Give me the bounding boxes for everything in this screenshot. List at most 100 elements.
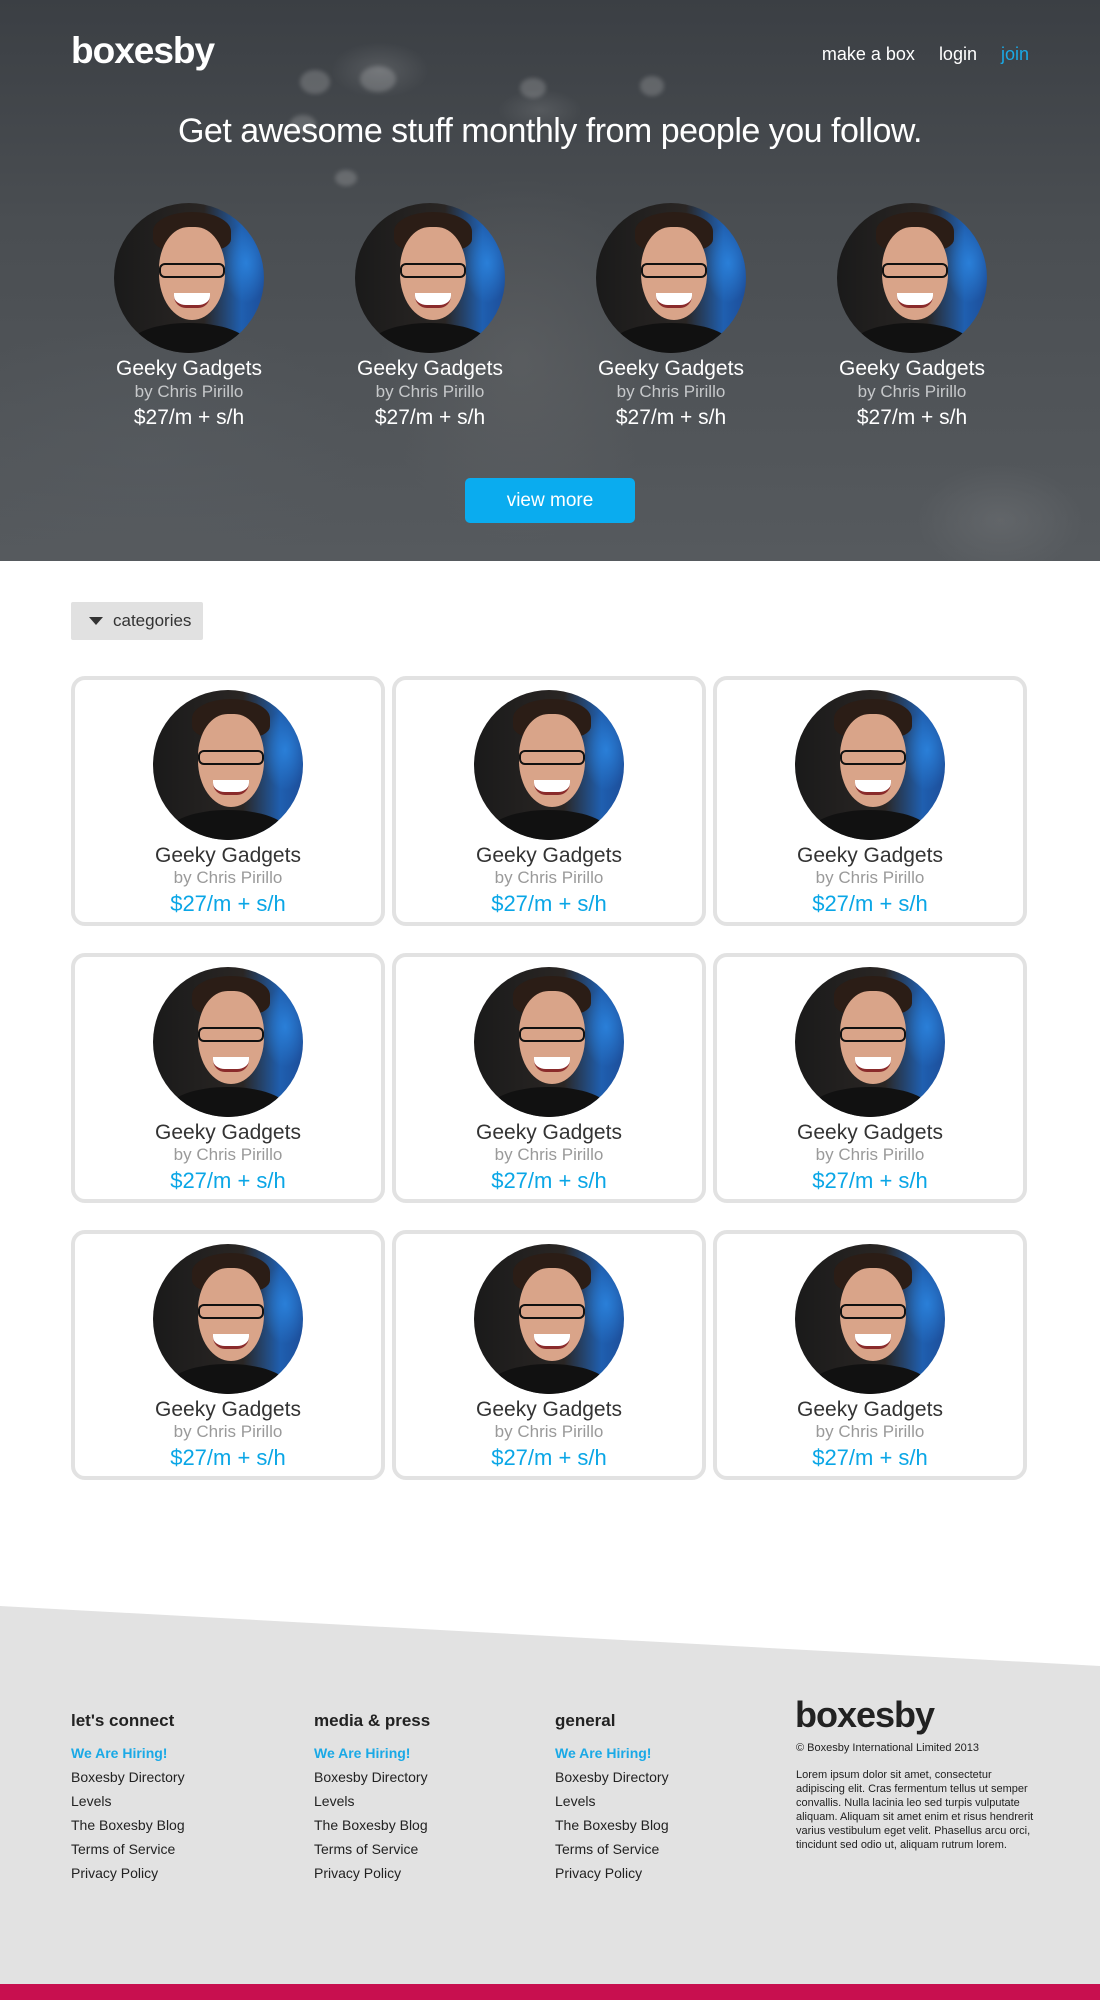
footer-heading: media & press [314,1711,431,1730]
box-author: by Chris Pirillo [375,382,485,401]
box-price: $27/m + s/h [812,1168,928,1193]
hero-headline: Get awesome stuff monthly from people yo… [177,112,923,150]
box-title: Geeky Gadgets [797,1121,943,1144]
box-author: by Chris Pirillo [494,1422,604,1441]
curator-avatar [474,690,624,840]
nav-login[interactable]: login [939,44,977,65]
box-card[interactable]: Geeky Gadgets by Chris Pirillo $27/m + s… [713,1230,1027,1480]
footer-link-privacy[interactable]: Privacy Policy [555,1865,755,1881]
box-author: by Chris Pirillo [815,1145,925,1164]
curator-avatar [153,967,303,1117]
footer-link-privacy[interactable]: Privacy Policy [314,1865,514,1881]
footer-link-levels[interactable]: Levels [314,1793,514,1809]
box-author: by Chris Pirillo [134,382,244,401]
curator-avatar [795,967,945,1117]
box-price: $27/m + s/h [491,1445,607,1470]
bokeh-light [520,78,546,98]
box-author: by Chris Pirillo [857,382,967,401]
box-price: $27/m + s/h [812,891,928,916]
featured-box[interactable]: Geeky Gadgets by Chris Pirillo $27/m + s… [812,203,1012,430]
footer-accent-bar [0,1984,1100,2000]
nav-make-a-box[interactable]: make a box [822,44,915,65]
nav-join[interactable]: join [1001,44,1029,65]
footer-link-blog[interactable]: The Boxesby Blog [314,1817,514,1833]
box-card[interactable]: Geeky Gadgets by Chris Pirillo $27/m + s… [71,676,385,926]
box-title: Geeky Gadgets [357,357,503,380]
footer-link-blog[interactable]: The Boxesby Blog [555,1817,755,1833]
bokeh-light [300,70,330,94]
footer-link-hiring[interactable]: We Are Hiring! [314,1745,514,1761]
curator-avatar [596,203,746,353]
curator-avatar [795,690,945,840]
box-author: by Chris Pirillo [494,868,604,887]
curator-avatar [355,203,505,353]
box-card[interactable]: Geeky Gadgets by Chris Pirillo $27/m + s… [392,1230,706,1480]
box-price: $27/m + s/h [856,406,968,429]
box-title: Geeky Gadgets [839,357,985,380]
curator-avatar [153,1244,303,1394]
box-title: Geeky Gadgets [476,844,622,867]
footer-heading: general [555,1711,616,1730]
box-card[interactable]: Geeky Gadgets by Chris Pirillo $27/m + s… [713,953,1027,1203]
box-author: by Chris Pirillo [815,1422,925,1441]
footer-link-directory[interactable]: Boxesby Directory [555,1769,755,1785]
categories-dropdown[interactable]: categories [71,602,203,640]
box-author: by Chris Pirillo [173,1145,283,1164]
footer-link-directory[interactable]: Boxesby Directory [314,1769,514,1785]
top-nav: make a box login join [822,44,1029,65]
box-price: $27/m + s/h [812,1445,928,1470]
featured-box[interactable]: Geeky Gadgets by Chris Pirillo $27/m + s… [89,203,289,430]
footer-about-text: Lorem ipsum dolor sit amet, consectetur … [796,1769,1034,1851]
box-price: $27/m + s/h [133,406,245,429]
box-card[interactable]: Geeky Gadgets by Chris Pirillo $27/m + s… [392,953,706,1203]
hero-banner: boxesby make a box login join Get awesom… [0,0,1100,561]
box-title: Geeky Gadgets [797,1398,943,1421]
footer-link-blog[interactable]: The Boxesby Blog [71,1817,271,1833]
box-title: Geeky Gadgets [476,1398,622,1421]
box-author: by Chris Pirillo [616,382,726,401]
box-card[interactable]: Geeky Gadgets by Chris Pirillo $27/m + s… [392,676,706,926]
bokeh-light [335,170,357,186]
box-title: Geeky Gadgets [155,844,301,867]
box-price: $27/m + s/h [615,406,727,429]
box-price: $27/m + s/h [170,1168,286,1193]
featured-box[interactable]: Geeky Gadgets by Chris Pirillo $27/m + s… [571,203,771,430]
box-title: Geeky Gadgets [598,357,744,380]
box-price: $27/m + s/h [170,891,286,916]
bokeh-light [640,76,664,96]
curator-avatar [474,967,624,1117]
caret-down-icon [89,617,103,625]
box-card[interactable]: Geeky Gadgets by Chris Pirillo $27/m + s… [71,1230,385,1480]
footer-link-directory[interactable]: Boxesby Directory [71,1769,271,1785]
site-logo[interactable]: boxesby [71,30,215,72]
box-author: by Chris Pirillo [173,1422,283,1441]
box-title: Geeky Gadgets [476,1121,622,1144]
curator-avatar [837,203,987,353]
footer-copyright: © Boxesby International Limited 2013 [796,1742,979,1754]
footer-link-privacy[interactable]: Privacy Policy [71,1865,271,1881]
footer-link-terms[interactable]: Terms of Service [314,1841,514,1857]
box-author: by Chris Pirillo [173,868,283,887]
footer-link-terms[interactable]: Terms of Service [555,1841,755,1857]
footer-logo[interactable]: boxesby [795,1694,935,1736]
box-card[interactable]: Geeky Gadgets by Chris Pirillo $27/m + s… [713,676,1027,926]
curator-avatar [153,690,303,840]
box-price: $27/m + s/h [491,1168,607,1193]
box-price: $27/m + s/h [491,891,607,916]
box-title: Geeky Gadgets [116,357,262,380]
footer-link-hiring[interactable]: We Are Hiring! [555,1745,755,1761]
footer-link-hiring[interactable]: We Are Hiring! [71,1745,271,1761]
footer-link-levels[interactable]: Levels [71,1793,271,1809]
footer-column-media: media & press We Are Hiring! Boxesby Dir… [314,1711,514,1889]
featured-box[interactable]: Geeky Gadgets by Chris Pirillo $27/m + s… [330,203,530,430]
footer-heading: let's connect [71,1711,175,1730]
categories-label: categories [113,611,192,630]
footer-column-general: general We Are Hiring! Boxesby Directory… [555,1711,755,1889]
footer-link-terms[interactable]: Terms of Service [71,1841,271,1857]
footer-link-levels[interactable]: Levels [555,1793,755,1809]
bokeh-light [360,66,396,92]
curator-avatar [795,1244,945,1394]
view-more-button[interactable]: view more [465,478,635,523]
box-card[interactable]: Geeky Gadgets by Chris Pirillo $27/m + s… [71,953,385,1203]
box-title: Geeky Gadgets [155,1121,301,1144]
